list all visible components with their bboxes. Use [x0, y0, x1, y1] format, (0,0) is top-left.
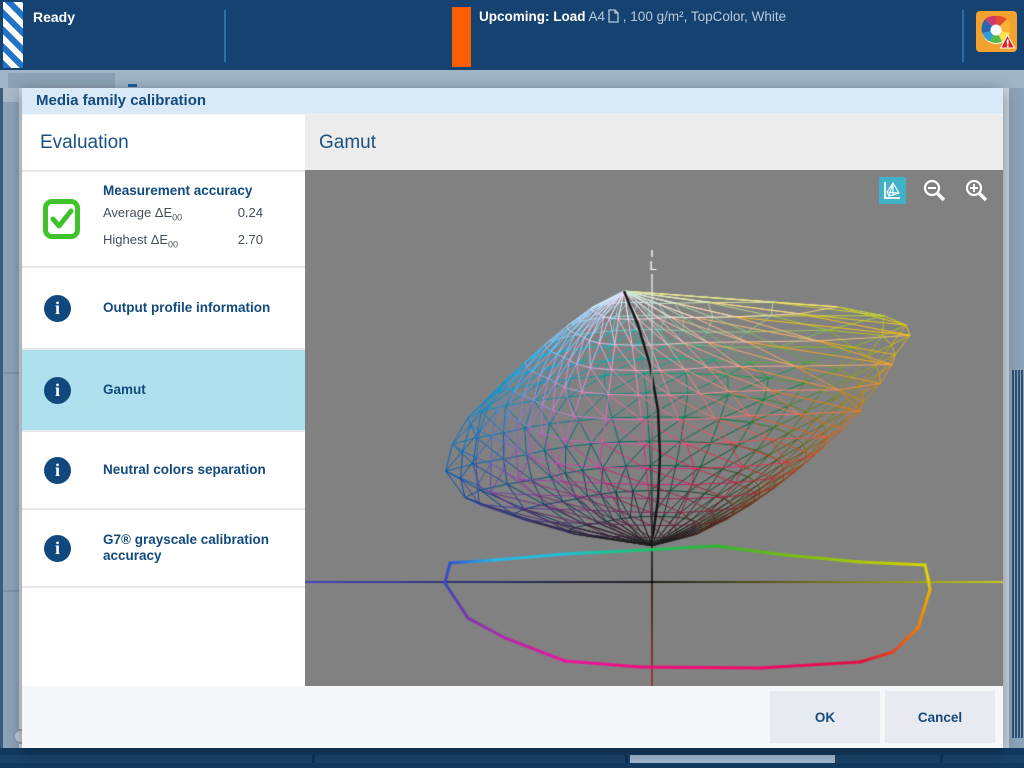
eval-item-measurement-accuracy[interactable]: Measurement accuracy Average ΔE00 0.24 H…	[22, 170, 305, 266]
view-3d-toggle-button[interactable]	[879, 177, 906, 204]
dimmed-bottom-tabs	[0, 748, 1024, 768]
dialog-footer: OK Cancel	[22, 686, 1003, 748]
icon-column: i	[44, 534, 103, 562]
zoom-out-icon	[923, 179, 946, 201]
dimmed-right-sidebar	[1003, 88, 1024, 768]
ok-button[interactable]: OK	[770, 691, 880, 743]
highest-de-value: 2.70	[237, 231, 263, 247]
info-icon: i	[44, 294, 71, 322]
eval-item-g7-grayscale[interactable]: i G7® grayscale calibration accuracy	[22, 508, 305, 588]
evaluation-panel: Evaluation Measurement accuracy Average …	[22, 115, 305, 686]
icon-column	[43, 199, 103, 239]
dimmed-tab	[8, 73, 115, 88]
top-status-bar: Ready Upcoming: Load A4 , 100 g/m², TopC…	[0, 0, 1024, 70]
green-check-icon	[43, 199, 80, 239]
icon-column: i	[44, 456, 103, 484]
upcoming-job-text: Upcoming: Load A4 , 100 g/m², TopColor, …	[479, 9, 786, 26]
measurement-accuracy-block: Measurement accuracy Average ΔE00 0.24 H…	[103, 183, 263, 255]
zoom-in-button[interactable]	[964, 178, 990, 204]
eval-item-neutral-colors-separation[interactable]: i Neutral colors separation	[22, 430, 305, 508]
highest-de-row: Highest ΔE00 2.70	[103, 229, 263, 256]
topbar-divider	[224, 10, 226, 62]
evaluation-panel-header: Evaluation	[40, 131, 129, 153]
topbar-divider	[962, 10, 964, 62]
gamut-toolbar	[879, 177, 990, 204]
info-icon: i	[44, 534, 71, 562]
color-warning-button[interactable]	[976, 11, 1017, 52]
upcoming-media-size: A4	[589, 9, 620, 24]
dialog-body: Evaluation Measurement accuracy Average …	[22, 115, 1003, 686]
screen: Ready Upcoming: Load A4 , 100 g/m², TopC…	[0, 0, 1024, 768]
zoom-in-icon	[965, 179, 988, 201]
document-icon	[608, 9, 619, 26]
upcoming-label: Upcoming: Load	[479, 9, 586, 24]
item-label: G7® grayscale calibration accuracy	[103, 532, 270, 563]
media-family-calibration-dialog: Media family calibration Evaluation Meas…	[22, 88, 1003, 748]
item-label: Gamut	[103, 382, 146, 397]
dimmed-tab-indicator	[128, 84, 137, 87]
average-de-label: Average ΔE00	[103, 204, 183, 223]
gamut-3d-view	[305, 170, 1003, 686]
dimmed-left-sidebar	[0, 88, 22, 768]
gamut-3d-canvas[interactable]	[305, 170, 1003, 686]
icon-column: i	[44, 376, 103, 404]
color-wheel-warning-icon	[981, 15, 1016, 49]
dialog-title: Media family calibration	[22, 88, 1003, 115]
average-de-row: Average ΔE00 0.24	[103, 202, 263, 229]
tetrahedron-axes-icon	[884, 181, 900, 199]
printer-status: Ready	[33, 9, 76, 25]
upcoming-accent-bar	[452, 7, 471, 67]
highest-de-label: Highest ΔE00	[103, 231, 179, 250]
cancel-button[interactable]: Cancel	[885, 691, 995, 743]
item-label: Neutral colors separation	[103, 462, 266, 477]
eval-item-output-profile-information[interactable]: i Output profile information	[22, 266, 305, 348]
printer-stripe-icon	[3, 2, 23, 68]
gamut-panel: Gamut	[305, 115, 1003, 686]
gamut-panel-header: Gamut	[305, 115, 1003, 170]
zoom-out-button[interactable]	[922, 178, 948, 204]
average-de-value: 0.24	[237, 204, 263, 220]
eval-item-gamut[interactable]: i Gamut	[22, 348, 305, 430]
item-label: Output profile information	[103, 300, 271, 315]
dimmed-tab-band	[0, 70, 1024, 88]
icon-column: i	[44, 294, 103, 322]
info-icon: i	[44, 376, 71, 404]
item-label: Measurement accuracy	[103, 182, 253, 198]
upcoming-media-details: , 100 g/m², TopColor, White	[622, 9, 787, 24]
info-icon: i	[44, 456, 71, 484]
